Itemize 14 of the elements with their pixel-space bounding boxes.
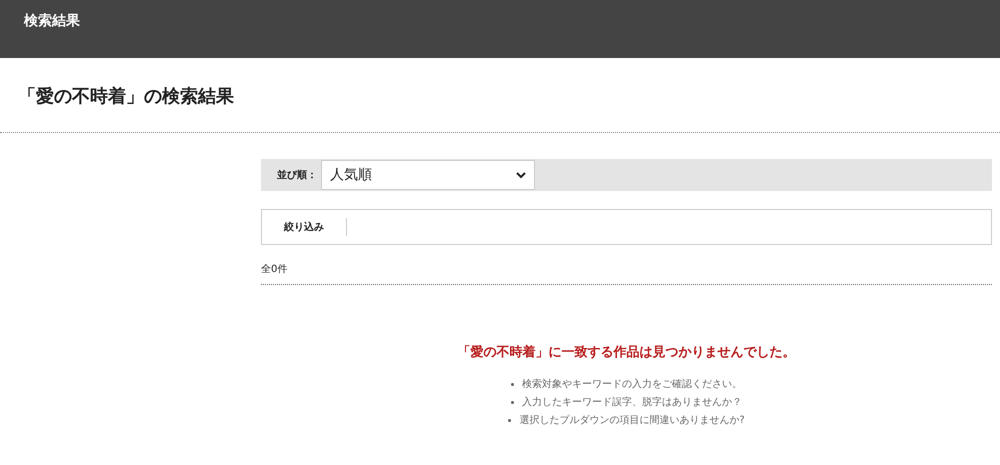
header-title: 検索結果	[24, 12, 80, 30]
result-count: 全0件	[261, 262, 992, 285]
no-results-message: 「愛の不時着」に一致する作品は見つかりませんでした。	[456, 344, 796, 361]
bullet-icon	[511, 400, 514, 404]
page-title: 「愛の不時着」の検索結果	[18, 85, 235, 108]
bullet-icon	[511, 382, 514, 386]
chevron-down-icon	[516, 172, 526, 178]
filter-button[interactable]: 絞り込み	[262, 218, 347, 236]
hint-text: 入力したキーワード誤字、脱字はありませんか？	[522, 396, 742, 409]
hint-text: 選択したプルダウンの項目に間違いありませんか?	[519, 414, 745, 427]
sort-label: 並び順：	[277, 168, 317, 182]
bullet-icon	[508, 418, 512, 422]
sort-select[interactable]: 人気順	[321, 160, 535, 190]
hint-text: 検索対象やキーワードの入力をご確認ください。	[522, 378, 742, 391]
